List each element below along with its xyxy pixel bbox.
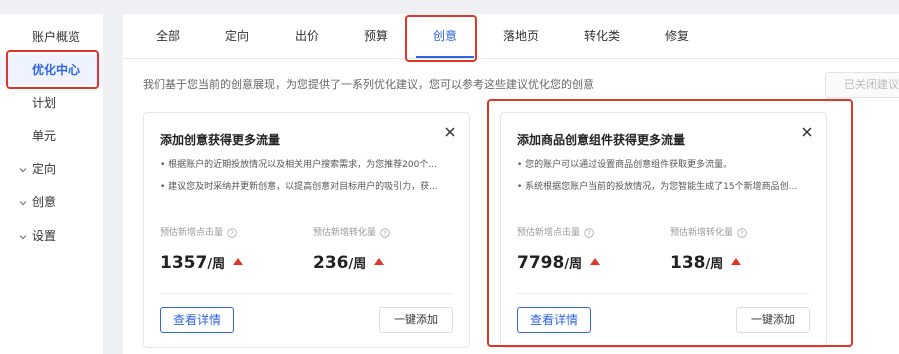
svg-text:?: ? [230, 229, 234, 237]
question-icon[interactable]: ? [380, 227, 390, 238]
sidebar-item-settings[interactable]: 设置 [0, 221, 103, 251]
suggestion-card-add-creative: 添加创意获得更多流量 • 根据账户的近期投放情况以及相关用户搜索需求，为您推荐2… [143, 112, 470, 348]
card-bullet: • 您的账户可以通过设置商品创意组件获取更多流量。 [517, 160, 733, 170]
sidebar-item-creative[interactable]: 创意 [0, 187, 103, 217]
metric-value-clicks: 1357/周 [160, 253, 244, 273]
question-icon[interactable]: ? [227, 227, 237, 238]
sidebar-item-targeting[interactable]: 定向 [0, 154, 103, 184]
metric-label-clicks: 预估新增点击量? [517, 225, 594, 238]
metric-unit: /周 [564, 257, 583, 272]
sidebar-item-label: 创意 [32, 195, 57, 209]
one-click-add-button[interactable]: 一键添加 [736, 307, 810, 333]
chevron-down-icon [19, 234, 27, 239]
svg-text:?: ? [587, 229, 591, 237]
card-bullet: • 建议您及时采纳并更新创意，以提高创意对目标用户的吸引力，获... [160, 182, 438, 192]
metric-number: 7798 [517, 253, 565, 273]
card-title: 添加商品创意组件获得更多流量 [517, 133, 686, 147]
tab-bid[interactable]: 出价 [295, 14, 319, 58]
view-details-button[interactable]: 查看详情 [160, 307, 234, 333]
tab-all[interactable]: 全部 [156, 14, 180, 58]
suggestion-card-add-product-component: 添加商品创意组件获得更多流量 • 您的账户可以通过设置商品创意组件获取更多流量。… [500, 112, 827, 348]
metric-value-clicks: 7798/周 [517, 253, 601, 273]
active-tab-indicator [416, 56, 474, 58]
sidebar-item-optimization-center[interactable]: 优化中心 [0, 55, 103, 85]
metric-label-conversions: 预估新增转化量? [670, 225, 747, 238]
sidebar: 账户概览 优化中心 计划 单元 定向 创意 设置 [0, 14, 103, 354]
card-title: 添加创意获得更多流量 [160, 133, 281, 147]
tab-conversion[interactable]: 转化类 [584, 14, 620, 58]
intro-text: 我们基于您当前的创意展现，为您提供了一系列优化建议，您可以参考这些建议优化您的创… [143, 78, 594, 91]
question-icon[interactable]: ? [584, 227, 594, 238]
metric-unit: /周 [705, 257, 724, 272]
metric-number: 1357 [160, 253, 208, 273]
card-divider [160, 293, 453, 294]
metric-label-text: 预估新增点击量 [517, 228, 581, 238]
view-details-button[interactable]: 查看详情 [517, 307, 591, 333]
trend-up-icon [233, 258, 244, 265]
svg-text:?: ? [740, 229, 744, 237]
metric-label-conversions: 预估新增转化量? [313, 225, 390, 238]
trend-up-icon [731, 258, 742, 265]
closed-suggestions-button[interactable]: 已关闭建议 [825, 72, 899, 98]
tab-landing-page[interactable]: 落地页 [503, 14, 539, 58]
svg-text:?: ? [383, 229, 387, 237]
tab-targeting[interactable]: 定向 [225, 14, 249, 58]
metric-unit: /周 [207, 257, 226, 272]
tab-budget[interactable]: 预算 [364, 14, 388, 58]
tab-creative[interactable]: 创意 [433, 14, 457, 58]
metric-label-text: 预估新增点击量 [160, 228, 224, 238]
chevron-down-icon [19, 200, 27, 205]
metric-label-text: 预估新增转化量 [670, 228, 734, 238]
card-bullet: • 根据账户的近期投放情况以及相关用户搜索需求，为您推荐200个... [160, 160, 437, 170]
question-icon[interactable]: ? [737, 227, 747, 238]
metric-value-conversions: 236/周 [313, 253, 385, 273]
tab-repair[interactable]: 修复 [665, 14, 689, 58]
sidebar-item-account-overview[interactable]: 账户概览 [0, 22, 103, 52]
close-icon[interactable] [800, 125, 814, 139]
metric-number: 138 [670, 253, 706, 273]
metric-number: 236 [313, 253, 349, 273]
chevron-down-icon [19, 167, 27, 172]
sidebar-item-label: 定向 [32, 162, 57, 176]
card-bullet: • 系统根据您账户当前的投放情况，为您智能生成了15个新增商品创... [517, 182, 798, 192]
main-panel: 全部 定向 出价 预算 创意 落地页 转化类 修复 我们基于您当前的创意展现，为… [123, 14, 899, 354]
card-divider [517, 293, 810, 294]
sidebar-item-plan[interactable]: 计划 [0, 88, 103, 118]
sidebar-item-label: 设置 [32, 229, 57, 243]
metric-label-clicks: 预估新增点击量? [160, 225, 237, 238]
one-click-add-button[interactable]: 一键添加 [379, 307, 453, 333]
metric-value-conversions: 138/周 [670, 253, 742, 273]
trend-up-icon [590, 258, 601, 265]
metric-label-text: 预估新增转化量 [313, 228, 377, 238]
trend-up-icon [374, 258, 385, 265]
sidebar-item-unit[interactable]: 单元 [0, 121, 103, 151]
tab-bar: 全部 定向 出价 预算 创意 落地页 转化类 修复 [123, 14, 899, 59]
metric-unit: /周 [348, 257, 367, 272]
close-icon[interactable] [443, 125, 457, 139]
